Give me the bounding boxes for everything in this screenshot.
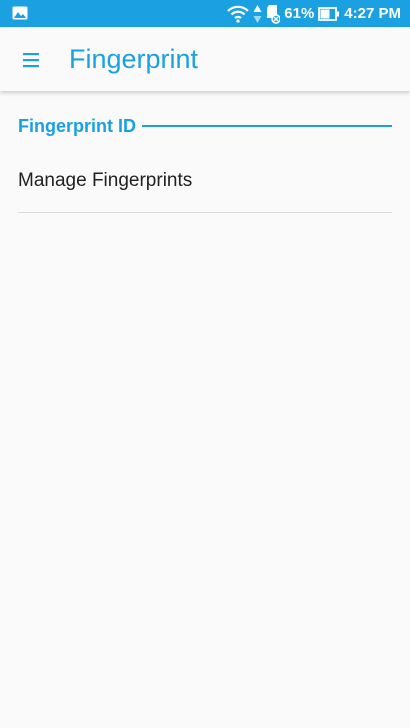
- sd-card-icon: [266, 4, 281, 24]
- section-header-fingerprint-id: Fingerprint ID: [18, 113, 392, 139]
- battery-percent: 61%: [284, 5, 315, 22]
- data-arrows-icon: [253, 4, 262, 24]
- fingerprint-settings-screen: 61% 4:27 PM Fingerprint Fingerprint ID M…: [0, 0, 410, 728]
- status-bar: 61% 4:27 PM: [0, 0, 410, 27]
- clock: 4:27 PM: [344, 5, 401, 22]
- list-item-label: Manage Fingerprints: [18, 170, 193, 191]
- section-divider: [142, 125, 392, 127]
- wifi-icon: [227, 5, 250, 23]
- battery-icon: [318, 6, 340, 21]
- hamburger-menu-icon[interactable]: [16, 45, 46, 75]
- manage-fingerprints-item[interactable]: Manage Fingerprints: [0, 150, 410, 212]
- section-title: Fingerprint ID: [18, 116, 136, 136]
- status-icons: 61% 4:27 PM: [227, 0, 401, 27]
- list-divider: [18, 212, 392, 213]
- gallery-notification-icon: [12, 6, 28, 20]
- page-title: Fingerprint: [69, 44, 199, 74]
- app-bar: Fingerprint: [0, 27, 410, 91]
